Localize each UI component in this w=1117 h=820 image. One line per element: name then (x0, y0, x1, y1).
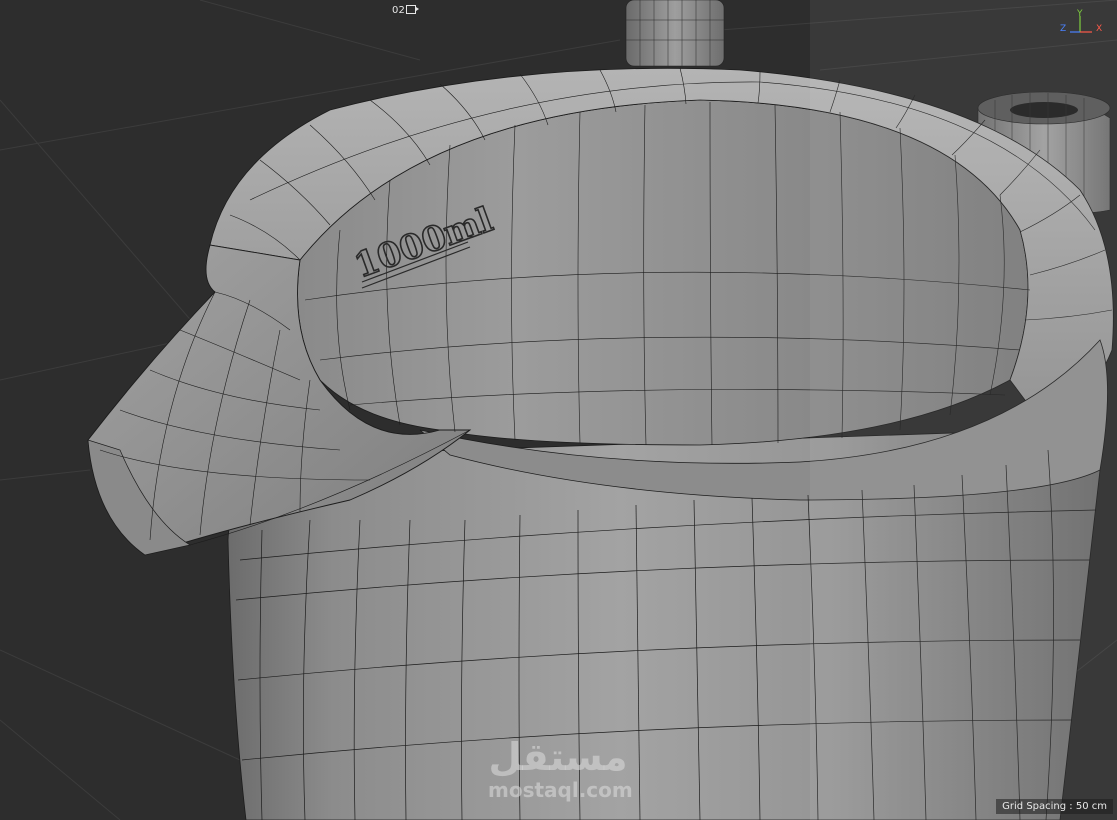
camera-icon (406, 5, 420, 14)
axis-y-label: Y (1076, 9, 1083, 19)
axis-z-label: Z (1060, 24, 1066, 34)
camera-number: 02 (392, 5, 406, 16)
axis-gizmo[interactable]: Y Z X (1056, 8, 1112, 44)
grid-spacing-readout: Grid Spacing : 50 cm (996, 799, 1113, 814)
camera-label[interactable]: 02 (392, 5, 420, 16)
3d-viewport[interactable]: 1000ml 02 Y Z X Grid Spacing : 50 cm مست… (0, 0, 1117, 820)
scene-render: 1000ml (0, 0, 1117, 820)
background-cylinder-top (625, 0, 725, 67)
axis-x-label: X (1096, 24, 1102, 34)
viewport-overlay-panel (810, 0, 1117, 820)
